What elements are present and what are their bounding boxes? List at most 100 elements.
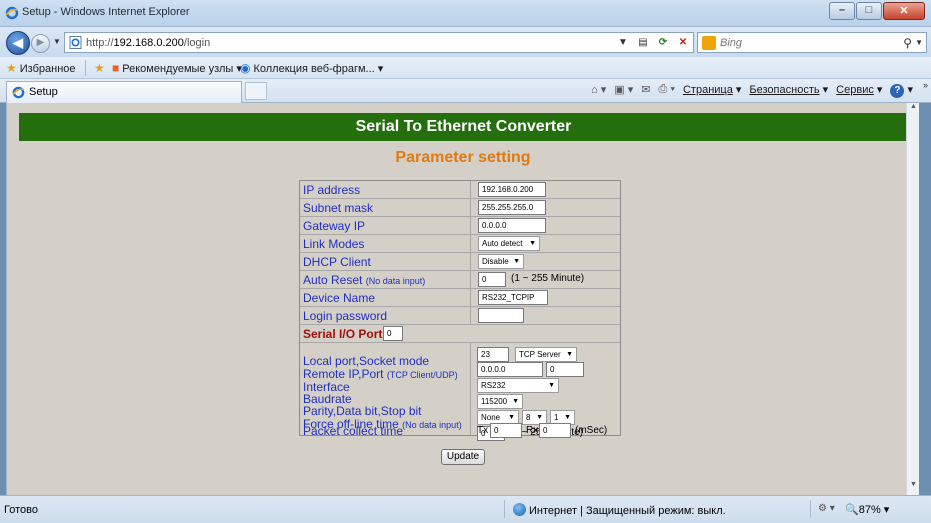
refresh-icon[interactable]: ⟳ xyxy=(655,35,671,50)
forward-button[interactable]: ▶ xyxy=(31,34,50,53)
ie-icon xyxy=(5,6,19,20)
feeds-icon[interactable]: ▣ ▾ xyxy=(614,83,633,98)
scroll-down-icon[interactable]: ▼ xyxy=(907,481,920,495)
help-menu[interactable]: ? ▾ xyxy=(890,83,913,98)
packet-collect-label: Packet collect time xyxy=(303,424,404,438)
auto-reset-range: (1 ~ 255 Minute) xyxy=(511,273,585,284)
interface-select[interactable]: RS232 ▼ xyxy=(477,378,559,393)
close-button[interactable]: ✕ xyxy=(883,2,925,20)
compatibility-view-icon[interactable]: ▤ xyxy=(635,35,651,50)
chevron-down-icon: ▼ xyxy=(513,258,520,265)
ip-address-field[interactable]: 192.168.0.200 xyxy=(478,182,546,197)
device-name-label: Device Name xyxy=(303,291,376,305)
tools-menu[interactable]: Сервис ▾ xyxy=(836,83,882,98)
tab-label: Setup xyxy=(29,86,58,98)
vertical-scrollbar[interactable]: ▲ ▼ xyxy=(906,103,919,495)
remote-port-field[interactable]: 0 xyxy=(546,362,584,377)
link-modes-label: Link Modes xyxy=(303,237,365,251)
rx-label: Rx xyxy=(526,425,539,436)
add-favorite-button[interactable]: ★ xyxy=(94,61,108,75)
help-icon: ? xyxy=(890,84,905,98)
row-serial-port: Serial I/O Port 0 xyxy=(300,325,620,342)
row-login-password: Login password xyxy=(300,307,620,324)
serial-port-label: Serial I/O Port xyxy=(303,327,383,341)
protected-mode-icon[interactable]: ⚙ ▾ xyxy=(818,503,835,514)
minimize-button[interactable]: – xyxy=(829,2,855,20)
remote-ip-label: Remote IP,Port (TCP Client/UDP) xyxy=(303,367,458,381)
status-bar: Готово Интернет | Защищенный режим: выкл… xyxy=(0,495,931,523)
page-content: Serial To Ethernet Converter Parameter s… xyxy=(7,103,919,495)
auto-reset-field[interactable]: 0 xyxy=(478,272,506,287)
suggested-sites-link[interactable]: ■ Рекомендуемые узлы ▾ xyxy=(112,61,242,75)
local-port-label: Local port,Socket mode xyxy=(303,354,430,368)
recent-pages-dropdown-icon[interactable]: ▼ xyxy=(53,37,61,46)
parity-label: Parity,Data bit,Stop bit xyxy=(303,404,422,418)
search-icon[interactable]: ⚲ xyxy=(903,36,912,50)
dhcp-client-label: DHCP Client xyxy=(303,255,371,269)
new-tab-button[interactable] xyxy=(245,82,267,100)
baudrate-select[interactable]: 115200 ▼ xyxy=(477,394,523,409)
security-zone[interactable]: Интернет | Защищенный режим: выкл. xyxy=(513,503,726,517)
mail-icon[interactable]: ✉ xyxy=(641,83,650,98)
page-menu[interactable]: Страница ▾ xyxy=(683,83,741,98)
search-options-icon[interactable]: ▼ xyxy=(915,38,923,47)
zoom-level[interactable]: 🔍87% ▾ xyxy=(845,503,889,516)
chevron-down-icon: ▼ xyxy=(529,240,536,247)
bing-icon xyxy=(702,36,716,50)
update-button[interactable]: Update xyxy=(441,449,485,465)
remote-ip-field[interactable]: 0.0.0.0 xyxy=(477,362,543,377)
packet-unit: (mSec) xyxy=(575,425,608,436)
web-slice-icon: ◉ xyxy=(240,61,251,75)
favorites-star-icon: ★ xyxy=(6,61,17,75)
row-ip-address: IP address 192.168.0.200 xyxy=(300,181,620,198)
more-commands-chevron-icon[interactable]: » xyxy=(923,80,928,90)
stop-icon[interactable]: ✕ xyxy=(675,35,691,50)
gateway-ip-field[interactable]: 0.0.0.0 xyxy=(478,218,546,233)
local-port-field[interactable]: 23 xyxy=(477,347,509,362)
rx-field[interactable]: 0 xyxy=(539,423,571,438)
globe-icon xyxy=(513,503,526,516)
link-modes-select[interactable]: Auto detect ▼ xyxy=(478,236,540,251)
url-field[interactable]: http://192.168.0.200/login ▼ ▤ ⟳ ✕ xyxy=(64,32,694,53)
search-input[interactable]: Bing ⚲ ▼ xyxy=(697,32,927,53)
web-slice-gallery-link[interactable]: ◉ Коллекция веб-фрагм... ▾ xyxy=(240,61,383,75)
print-icon[interactable]: ⎙ ▾ xyxy=(659,83,675,98)
dhcp-client-select[interactable]: Disable ▼ xyxy=(478,254,524,269)
forward-arrow-icon: ▶ xyxy=(36,37,45,48)
window-titlebar: Setup - Windows Internet Explorer – □ ✕ xyxy=(0,0,931,27)
row-device-name: Device Name RS232_TCPIP xyxy=(300,289,620,306)
row-dhcp-client: DHCP Client Disable ▼ xyxy=(300,253,620,270)
subnet-mask-field[interactable]: 255.255.255.0 xyxy=(478,200,546,215)
maximize-button[interactable]: □ xyxy=(856,2,882,20)
tab-bar: Setup ⌂ ▾ ▣ ▾ ✉ ⎙ ▾ Страница ▾ Безопасно… xyxy=(0,79,931,103)
chevron-down-icon: ▼ xyxy=(548,382,555,389)
device-name-field[interactable]: RS232_TCPIP xyxy=(478,290,548,305)
page-viewport: Serial To Ethernet Converter Parameter s… xyxy=(6,103,919,495)
safety-menu[interactable]: Безопасность ▾ xyxy=(749,83,828,98)
page-banner: Serial To Ethernet Converter xyxy=(19,113,908,141)
gateway-ip-label: Gateway IP xyxy=(303,219,366,233)
add-favorite-icon: ★ xyxy=(94,61,105,75)
socket-mode-select[interactable]: TCP Server ▼ xyxy=(515,347,577,362)
parameter-table: IP address 192.168.0.200 Subnet mask 255… xyxy=(299,180,621,441)
window-title: Setup - Windows Internet Explorer xyxy=(22,6,190,18)
tx-label: Tx xyxy=(477,425,489,436)
home-icon[interactable]: ⌂ ▾ xyxy=(591,83,606,98)
row-gateway-ip: Gateway IP 0.0.0.0 xyxy=(300,217,620,234)
favorites-bar: ★ Избранное ★ ■ Рекомендуемые узлы ▾ ◉ Колл… xyxy=(0,57,931,79)
url-dropdown-icon[interactable]: ▼ xyxy=(615,35,631,50)
url-text: http://192.168.0.200/login xyxy=(86,37,211,49)
favorites-button[interactable]: ★ Избранное xyxy=(6,61,76,75)
address-bar: ◀ ▶ ▼ http://192.168.0.200/login ▼ ▤ ⟳ ✕… xyxy=(0,27,931,57)
auto-reset-label: Auto Reset (No data input) xyxy=(303,273,426,287)
tab-setup[interactable]: Setup xyxy=(6,81,242,103)
tx-field[interactable]: 0 xyxy=(490,423,522,438)
scroll-up-icon[interactable]: ▲ xyxy=(907,103,920,117)
back-button[interactable]: ◀ xyxy=(6,31,30,55)
page-subtitle: Parameter setting xyxy=(395,149,531,166)
serial-port-field[interactable]: 0 xyxy=(383,326,403,341)
chevron-down-icon: ▼ xyxy=(566,351,573,358)
ie-page-icon xyxy=(69,36,82,49)
tab-ie-icon xyxy=(12,86,25,99)
login-password-field[interactable] xyxy=(478,308,524,323)
